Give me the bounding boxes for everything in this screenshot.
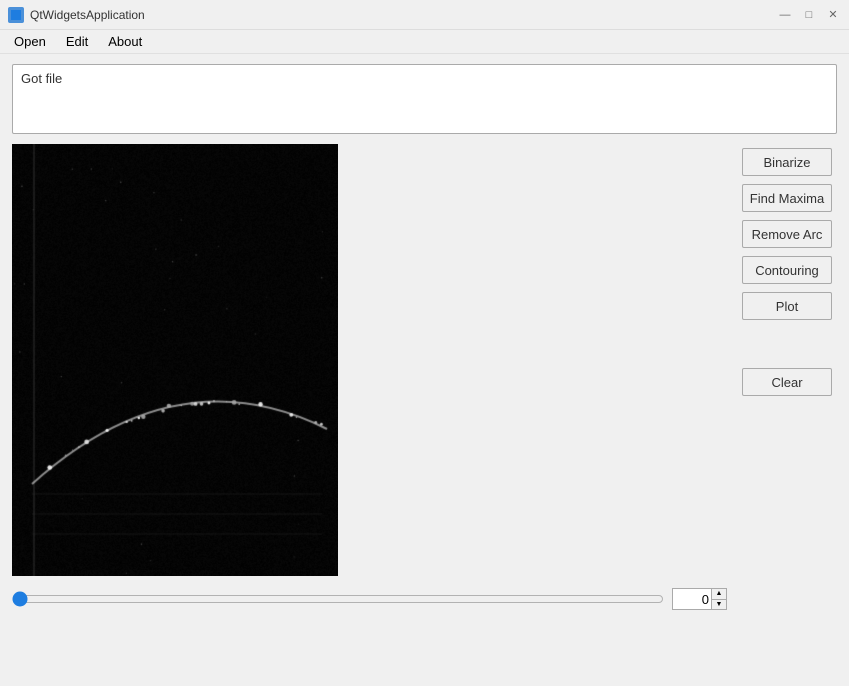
menu-open[interactable]: Open [4, 32, 56, 51]
slider-row: ▲ ▼ [12, 588, 727, 610]
plot-button[interactable]: Plot [742, 292, 832, 320]
spin-down-button[interactable]: ▼ [712, 599, 726, 610]
number-spin: ▲ ▼ [711, 589, 726, 609]
menu-about[interactable]: About [98, 32, 152, 51]
menu-edit[interactable]: Edit [56, 32, 98, 51]
window-title: QtWidgetsApplication [30, 8, 777, 22]
title-bar: QtWidgetsApplication — □ ✕ [0, 0, 849, 30]
frame-number-wrapper: ▲ ▼ [672, 588, 727, 610]
frame-number-input[interactable] [673, 589, 711, 609]
image-canvas [12, 144, 338, 576]
binarize-button[interactable]: Binarize [742, 148, 832, 176]
spin-up-button[interactable]: ▲ [712, 589, 726, 599]
window-controls: — □ ✕ [777, 7, 841, 23]
content-row: ▲ ▼ Binarize Find Maxima Remove Arc Cont… [12, 144, 837, 676]
buttons-panel: Binarize Find Maxima Remove Arc Contouri… [737, 144, 837, 396]
find-maxima-button[interactable]: Find Maxima [742, 184, 832, 212]
minimize-button[interactable]: — [777, 7, 793, 23]
remove-arc-button[interactable]: Remove Arc [742, 220, 832, 248]
menu-bar: Open Edit About [0, 30, 849, 54]
maximize-button[interactable]: □ [801, 7, 817, 23]
log-area[interactable]: Got file [12, 64, 837, 134]
app-icon [8, 7, 24, 23]
main-content: Got file ▲ ▼ Binarize Find Maxima Remove… [0, 54, 849, 686]
image-area: ▲ ▼ [12, 144, 727, 610]
contouring-button[interactable]: Contouring [742, 256, 832, 284]
clear-button[interactable]: Clear [742, 368, 832, 396]
close-button[interactable]: ✕ [825, 7, 841, 23]
frame-slider[interactable] [12, 589, 664, 609]
